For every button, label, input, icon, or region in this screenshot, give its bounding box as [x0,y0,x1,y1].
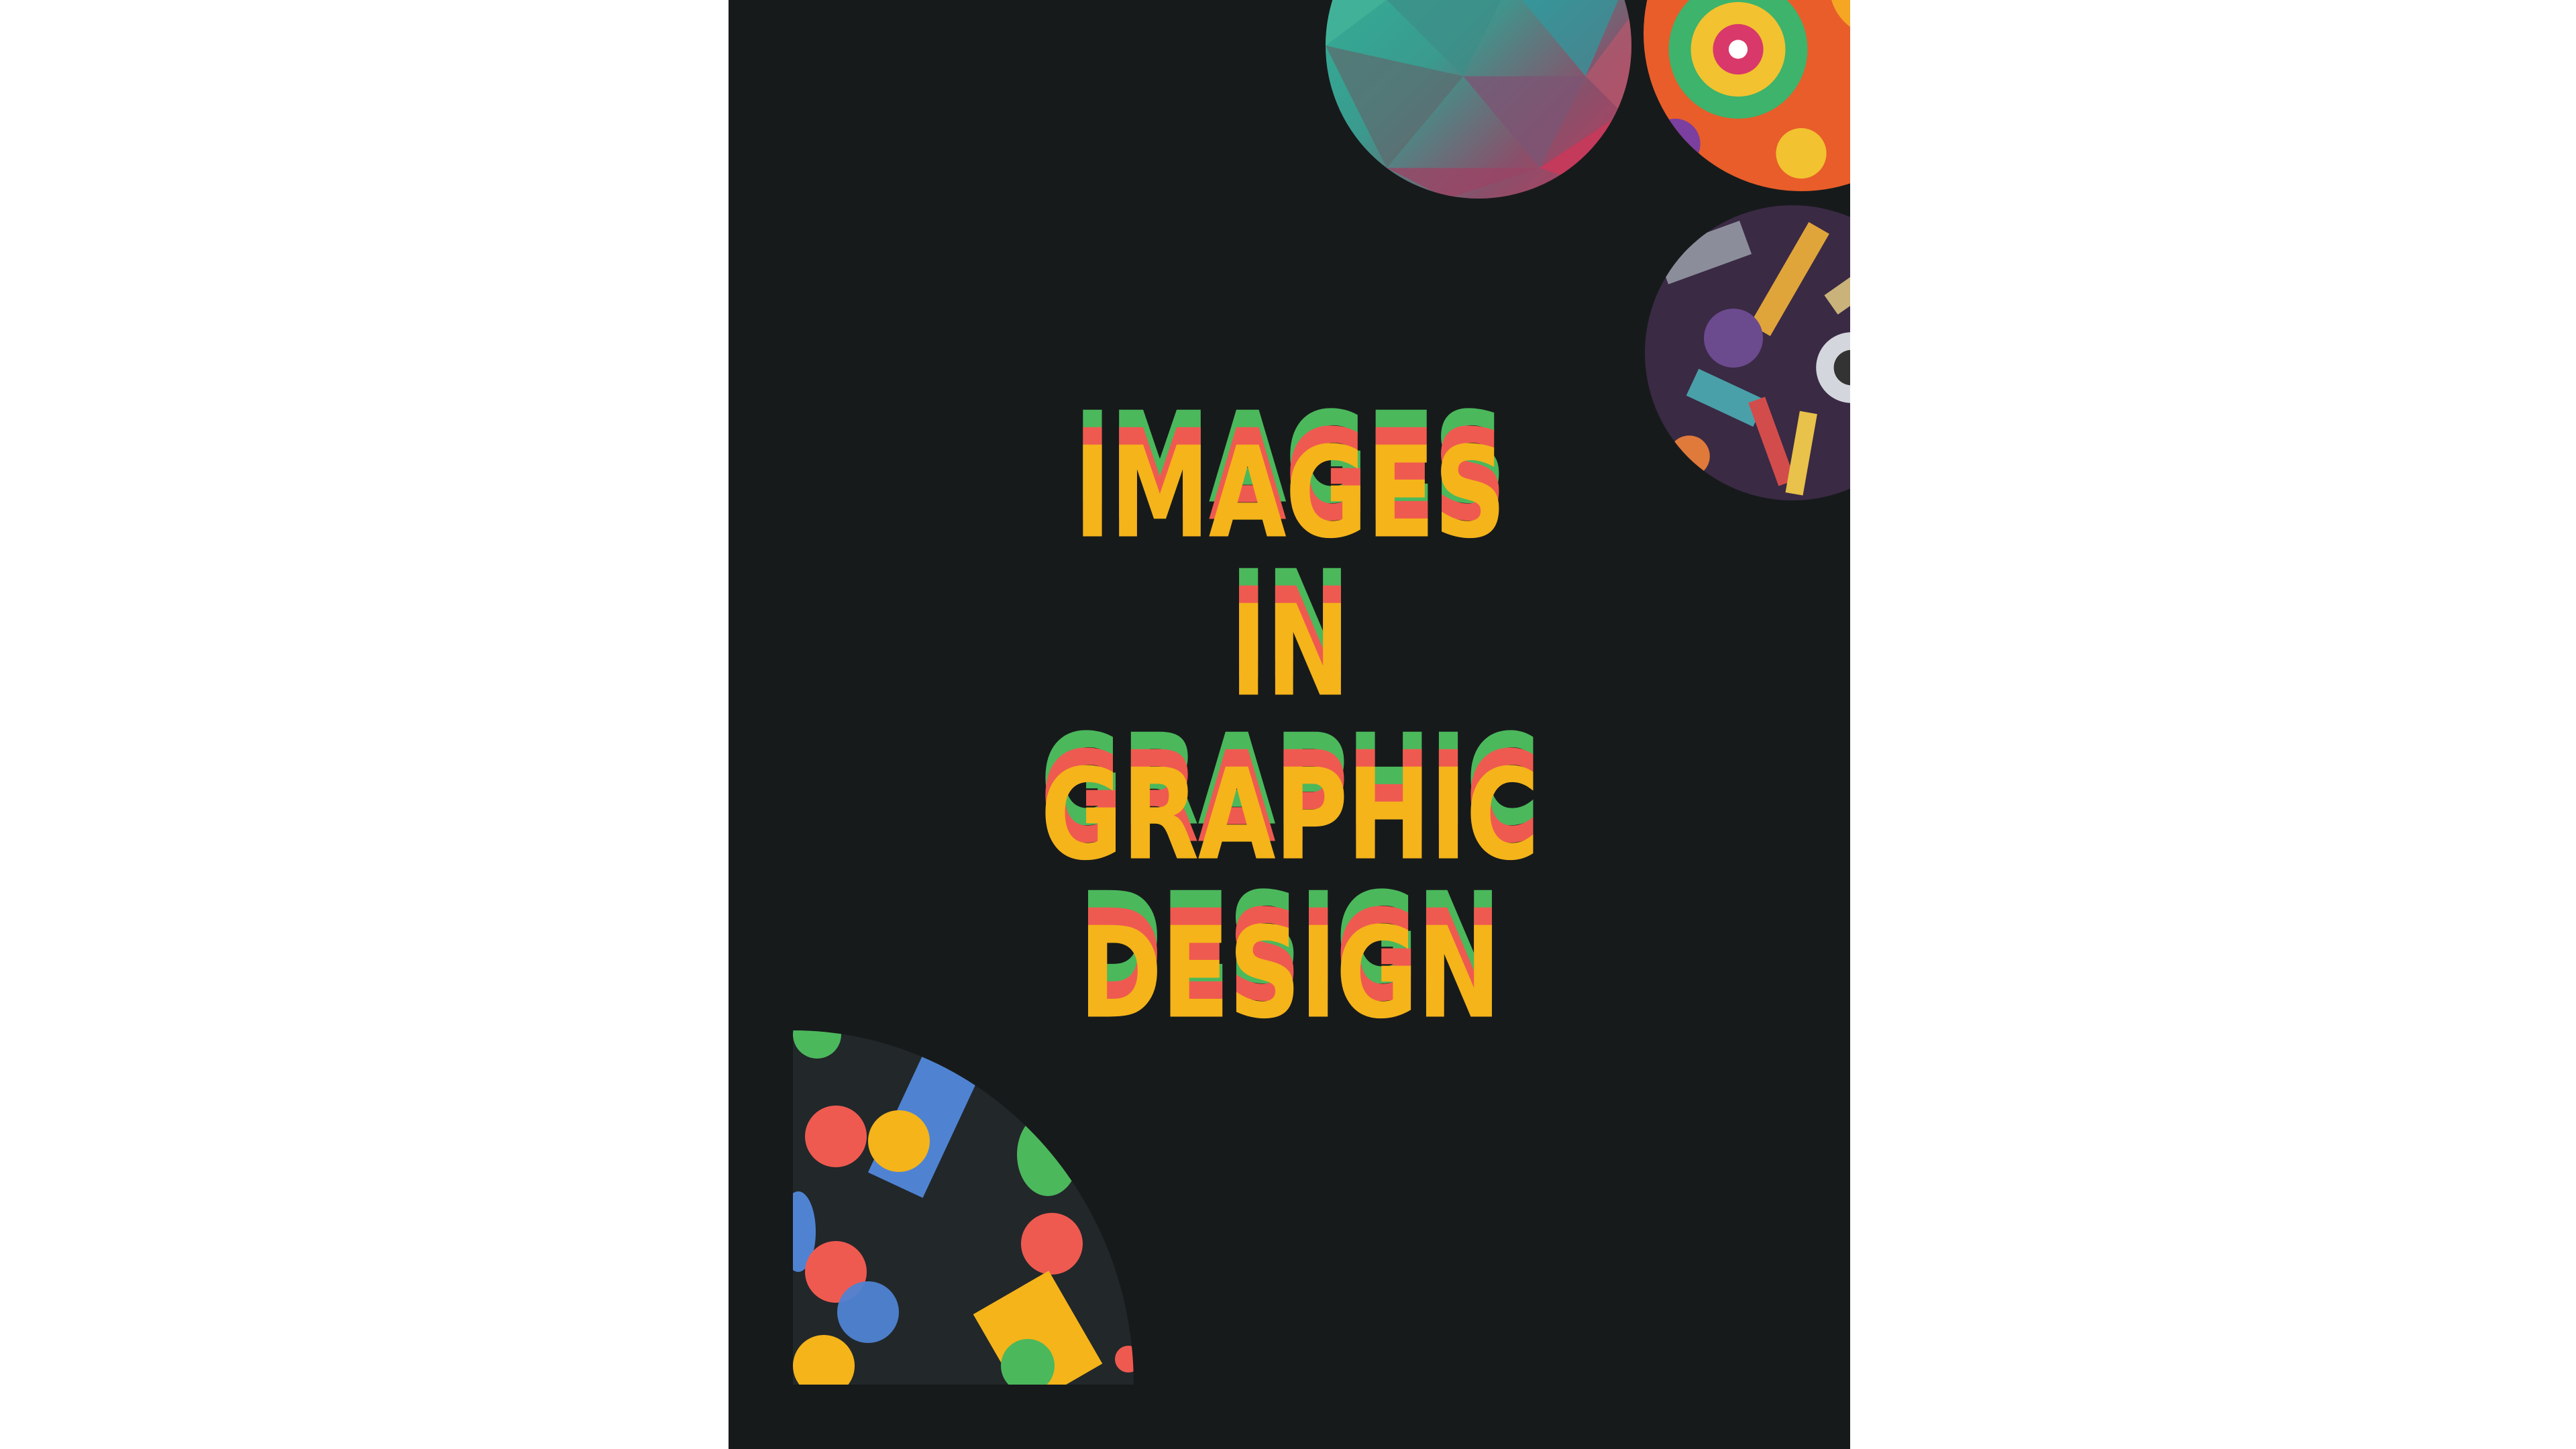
poster-title: IMAGES IMAGES IMAGES IN IN IN GRAPHIC GR… [954,396,1625,1040]
title-yellow-layer: IN [1230,579,1350,725]
stage: IMAGES IMAGES IMAGES IN IN IN GRAPHIC GR… [0,0,2576,1449]
doodle-circle [1645,205,1850,500]
title-yellow-layer: GRAPHIC [1040,743,1540,889]
geometric-shapes-quarter [793,1030,1134,1385]
low-poly-circle [1326,0,1631,199]
poster: IMAGES IMAGES IMAGES IN IN IN GRAPHIC GR… [729,0,1850,1449]
title-yellow-layer: IMAGES [1073,421,1507,567]
mandala-circle [1644,0,1850,191]
title-yellow-layer: DESIGN [1079,901,1501,1047]
